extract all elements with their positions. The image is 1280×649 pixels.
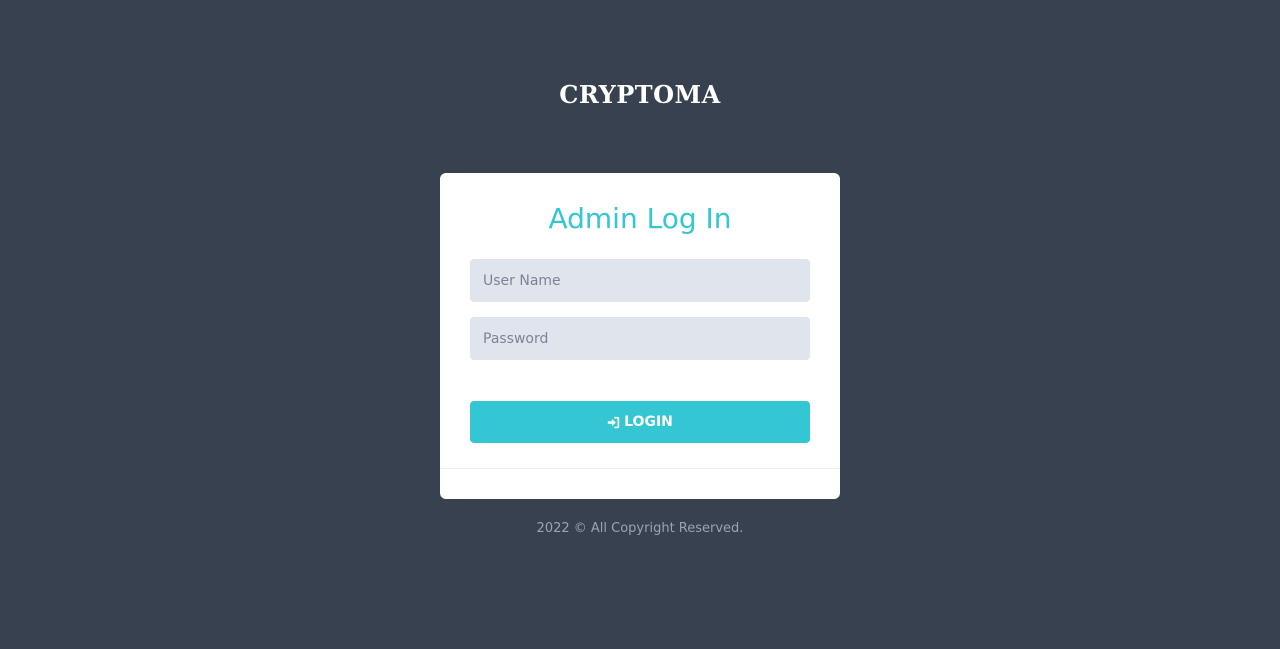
username-input[interactable]	[470, 259, 810, 302]
login-card: Admin Log In LOGIN	[440, 173, 840, 499]
copyright-footer: 2022 © All Copyright Reserved.	[536, 521, 744, 536]
card-footer-divider	[440, 468, 840, 469]
page-title: Admin Log In	[548, 202, 732, 235]
login-button[interactable]: LOGIN	[470, 401, 810, 443]
brand-logo: CRYPTOMA	[559, 80, 721, 109]
login-button-label: LOGIN	[624, 414, 673, 430]
password-input[interactable]	[470, 317, 810, 360]
sign-in-icon	[607, 416, 620, 429]
